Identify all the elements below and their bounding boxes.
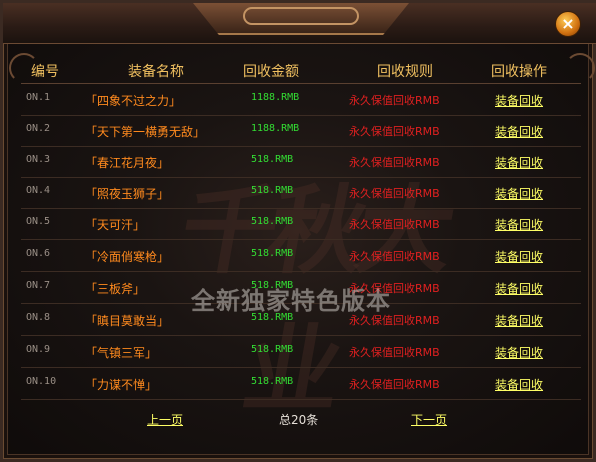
recycle-rule: 永久保值回收RMB: [349, 346, 440, 359]
row-number: ON.7: [26, 280, 51, 291]
recycle-equipment-link[interactable]: 装备回收: [495, 185, 543, 202]
equipment-name: 「天下第一横勇无敌」: [85, 125, 206, 139]
table-row: ON.9 「气镇三军」 518.RMB 永久保值回收RMB 装备回收: [21, 336, 581, 368]
equipment-name: 「春江花月夜」: [85, 156, 170, 170]
equipment-name: 「力谋不惮」: [85, 378, 158, 392]
recycle-amount: 518.RMB: [251, 185, 294, 196]
recycle-equipment-link[interactable]: 装备回收: [495, 216, 543, 233]
recycle-equipment-link[interactable]: 装备回收: [495, 344, 543, 361]
recycle-amount: 518.RMB: [251, 216, 294, 227]
recycle-rule: 永久保值回收RMB: [349, 378, 440, 391]
equipment-name: 「照夜玉狮子」: [85, 187, 170, 201]
row-number: ON.10: [26, 376, 57, 387]
recycle-equipment-link[interactable]: 装备回收: [495, 248, 543, 265]
recycle-equipment-link[interactable]: 装备回收: [495, 376, 543, 393]
row-number: ON.6: [26, 248, 51, 259]
row-number: ON.5: [26, 216, 51, 227]
row-number: ON.3: [26, 154, 51, 165]
row-number: ON.2: [26, 123, 51, 134]
recycle-amount: 1188.RMB: [251, 92, 300, 103]
close-button[interactable]: ×: [555, 11, 581, 37]
table-header: 编号 装备名称 回收金额 回收规则 回收操作: [21, 57, 581, 84]
recycle-equipment-link[interactable]: 装备回收: [495, 154, 543, 171]
row-number: ON.1: [26, 92, 51, 103]
equipment-name: 「瞋目莫敢当」: [85, 314, 170, 328]
equipment-name: 「天可汗」: [85, 218, 146, 232]
recycle-rule: 永久保值回收RMB: [349, 218, 440, 231]
header-recycle-rule: 回收规则: [377, 64, 433, 80]
recycle-panel: × 千秋大业 编号 装备名称 回收金额 回收规则 回收操作 ON.1 「四象不过…: [0, 0, 596, 462]
next-page-link[interactable]: 下一页: [411, 411, 447, 428]
recycle-amount: 518.RMB: [251, 154, 294, 165]
recycle-equipment-link[interactable]: 装备回收: [495, 280, 543, 297]
row-number: ON.9: [26, 344, 51, 355]
header-recycle-action: 回收操作: [491, 64, 547, 80]
equipment-name: 「三板斧」: [85, 282, 146, 296]
recycle-amount: 518.RMB: [251, 376, 294, 387]
table-row: ON.3 「春江花月夜」 518.RMB 永久保值回收RMB 装备回收: [21, 146, 581, 178]
close-icon: ×: [561, 14, 575, 33]
header-recycle-amount: 回收金额: [243, 64, 299, 80]
equipment-name: 「气镇三军」: [85, 346, 158, 360]
equipment-name: 「冷面俏寒枪」: [85, 250, 170, 264]
table-row: ON.5 「天可汗」 518.RMB 永久保值回收RMB 装备回收: [21, 208, 581, 240]
recycle-rule: 永久保值回收RMB: [349, 250, 440, 263]
watermark-subtitle: 全新独家特色版本: [191, 286, 391, 315]
recycle-amount: 518.RMB: [251, 248, 294, 259]
table-row: ON.4 「照夜玉狮子」 518.RMB 永久保值回收RMB 装备回收: [21, 177, 581, 209]
equipment-name: 「四象不过之力」: [85, 94, 182, 108]
top-ornament-emblem: [243, 7, 359, 25]
recycle-equipment-link[interactable]: 装备回收: [495, 92, 543, 109]
total-count: 总20条: [279, 413, 319, 427]
recycle-rule: 永久保值回收RMB: [349, 187, 440, 200]
table-row: ON.1 「四象不过之力」 1188.RMB 永久保值回收RMB 装备回收: [21, 84, 581, 116]
header-equipment-name: 装备名称: [128, 64, 184, 80]
row-number: ON.4: [26, 185, 51, 196]
recycle-equipment-link[interactable]: 装备回收: [495, 123, 543, 140]
header-number: 编号: [31, 64, 59, 80]
recycle-equipment-link[interactable]: 装备回收: [495, 312, 543, 329]
recycle-amount: 1188.RMB: [251, 123, 300, 134]
recycle-rule: 永久保值回收RMB: [349, 125, 440, 138]
recycle-rule: 永久保值回收RMB: [349, 94, 440, 107]
table-row: ON.2 「天下第一横勇无敌」 1188.RMB 永久保值回收RMB 装备回收: [21, 115, 581, 147]
table-row: ON.6 「冷面俏寒枪」 518.RMB 永久保值回收RMB 装备回收: [21, 240, 581, 272]
recycle-amount: 518.RMB: [251, 344, 294, 355]
recycle-rule: 永久保值回收RMB: [349, 156, 440, 169]
row-number: ON.8: [26, 312, 51, 323]
table-row: ON.10 「力谋不惮」 518.RMB 永久保值回收RMB 装备回收: [21, 368, 581, 400]
prev-page-link[interactable]: 上一页: [147, 411, 183, 428]
